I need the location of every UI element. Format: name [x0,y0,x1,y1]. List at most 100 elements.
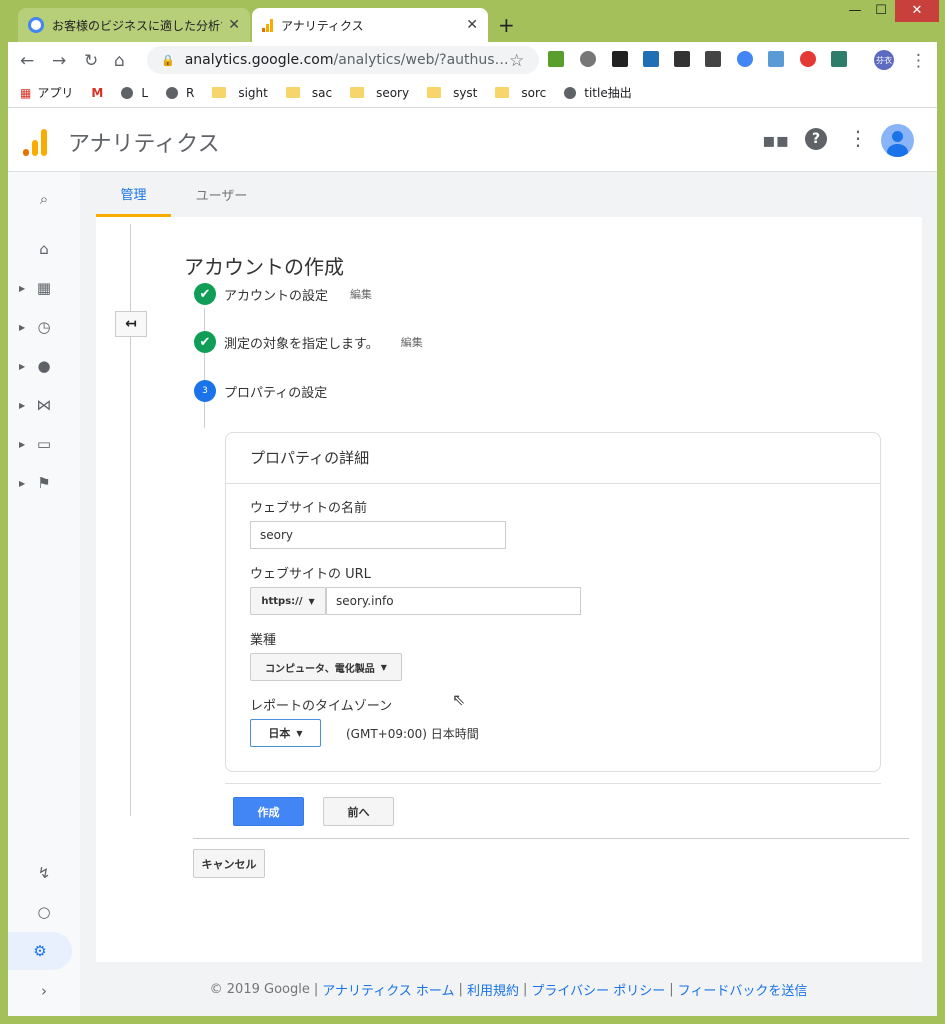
extension-icon[interactable] [705,51,721,67]
step-edit-link[interactable]: 編集 [350,286,372,302]
panel-divider [226,483,880,484]
wizard-card: ↤ アカウントの作成 ✔ アカウントの設定 編集 ✔ 測定の対象を指定します。 … [96,217,922,962]
calendar-icon[interactable] [768,51,784,67]
user-avatar[interactable] [881,124,914,157]
step-label: プロパティの設定 [224,385,328,401]
address-bar[interactable]: 🔒 analytics.google.com/analytics/web/?au… [147,46,539,74]
home-icon[interactable]: ⌂ [114,51,125,71]
clock-icon: ◷ [37,318,51,336]
footer-link-terms[interactable]: 利用規約 [467,980,519,999]
footer-link-privacy[interactable]: プライバシー ポリシー [531,980,665,999]
reload-icon[interactable]: ↻ [84,51,98,71]
color-picker-icon[interactable] [800,51,816,67]
more-vert-icon[interactable]: ⋮ [848,126,868,150]
url-label: ウェブサイトの URL [250,567,371,582]
discover-lightbulb-icon[interactable]: ○ [8,893,80,931]
search-icon[interactable]: ⌕ [8,180,80,218]
expand-chevron-icon[interactable]: › [8,972,80,1010]
folder-icon [212,87,227,98]
property-details-panel: プロパティの詳細 ウェブサイトの名前 seory ウェブサイトの URL htt… [225,432,881,772]
apps-grid-icon[interactable]: ▪▪ [762,128,789,152]
back-icon[interactable]: ← [20,51,34,71]
extension-icon[interactable] [580,51,596,67]
bookmark-title[interactable]: title抽出 [564,84,632,101]
globe-icon [121,86,134,99]
industry-dropdown[interactable]: コンピュータ、電化製品 ▼ [250,653,402,681]
nav-customization[interactable]: ▶ ▦ [8,269,80,307]
nav-behavior[interactable]: ▶ ▭ [8,425,80,463]
tab-title: アナリティクス [281,18,364,33]
bookmark-l[interactable]: L [121,86,148,100]
bookmark-gmail[interactable]: M [91,86,103,100]
back-arrow-icon[interactable]: ↤ [115,311,147,337]
browser-tab-inactive[interactable]: お客様のビジネスに適した分析ツール - ✕ [18,8,250,42]
steps-connector [204,308,205,428]
bookmark-apps[interactable]: ▦ アプリ [20,84,73,101]
check-icon: ✔ [194,331,216,353]
bookmark-seory[interactable]: seory [350,86,409,100]
bookmark-sac[interactable]: sac [285,86,332,100]
footer-link-home[interactable]: アナリティクス ホーム [322,980,454,999]
search-extension-icon[interactable] [737,51,753,67]
copyright-text: © 2019 Google [209,981,310,997]
wizard-title: アカウントの作成 [184,255,344,279]
folder-icon [495,87,510,98]
extension-icon[interactable] [612,51,628,67]
extension-icon[interactable] [831,51,847,67]
forward-icon[interactable]: → [52,51,66,71]
step-edit-link[interactable]: 編集 [401,334,423,350]
close-tab-icon[interactable]: ✕ [466,17,478,33]
country-dropdown[interactable]: 日本 ▼ [250,719,321,747]
industry-label: 業種 [250,633,277,648]
new-tab-button[interactable]: + [498,13,515,37]
qr-code-icon[interactable] [674,51,690,67]
step-2: ✔ 測定の対象を指定します。 編集 [194,331,423,353]
globe-icon [166,86,178,99]
google-favicon-icon [28,17,44,33]
home-icon[interactable]: ⌂ [8,230,80,268]
check-icon: ✔ [194,283,216,305]
footer-divider [193,838,909,839]
tab-admin[interactable]: 管理 [96,172,171,217]
gmail-icon: M [91,85,104,100]
site-name-input[interactable]: seory [250,521,506,549]
admin-tabs: 管理 ユーザー [80,172,937,217]
nav-realtime[interactable]: ▶ ◷ [8,308,80,346]
extension-icon[interactable] [548,51,564,67]
nav-conversions[interactable]: ▶ ⚑ [8,464,80,502]
nav-audience[interactable]: ▶ ● [8,347,80,385]
url-input[interactable]: seory.info [326,587,581,615]
footer-link-feedback[interactable]: フィードバックを送信 [678,980,808,999]
url-host: analytics.google.com [184,52,334,68]
panel-title: プロパティの詳細 [250,449,370,467]
admin-gear-icon[interactable]: ⚙ [8,932,72,970]
acquisition-icon: ⋈ [36,396,52,414]
analytics-favicon-icon [262,18,273,32]
nav-acquisition[interactable]: ▶ ⋈ [8,386,80,424]
bookmark-star-icon[interactable]: ☆ [509,51,524,71]
close-tab-icon[interactable]: ✕ [228,17,240,33]
attribution-icon[interactable]: ↯ [8,854,80,892]
chrome-menu-icon[interactable]: ⋮ [910,51,927,71]
help-icon[interactable]: ? [805,128,827,150]
close-window-button[interactable]: ✕ [895,0,939,22]
left-nav: ⌕ ⌂ ▶ ▦ ▶ ◷ ▶ ● ▶ ⋈ ▶ ▭ ▶ ⚑ ↯ ○ ⚙ › [8,172,80,1016]
protocol-dropdown[interactable]: https://▼ [250,587,326,615]
bookmark-r[interactable]: R [166,86,194,100]
create-button[interactable]: 作成 [233,797,304,826]
caret-down-icon: ▼ [380,662,387,672]
browser-tab-active[interactable]: アナリティクス ✕ [252,8,488,42]
maximize-button[interactable]: ☐ [866,0,896,22]
globe-icon [564,86,577,99]
bookmark-sorc[interactable]: sorc [495,86,546,100]
bookmark-sight[interactable]: sight [212,86,268,100]
bookmark-syst[interactable]: syst [427,86,477,100]
cancel-button[interactable]: キャンセル [193,849,265,878]
prev-button[interactable]: 前へ [323,797,394,826]
step-1: ✔ アカウントの設定 編集 [194,283,372,305]
profile-avatar[interactable]: 芬衣 [874,50,894,70]
step-label: アカウントの設定 [224,288,329,304]
extension-icon[interactable] [643,51,659,67]
main-content: 管理 ユーザー ↤ アカウントの作成 ✔ アカウントの設定 編集 ✔ 測定の対象… [80,172,937,962]
tab-user[interactable]: ユーザー [184,172,259,217]
